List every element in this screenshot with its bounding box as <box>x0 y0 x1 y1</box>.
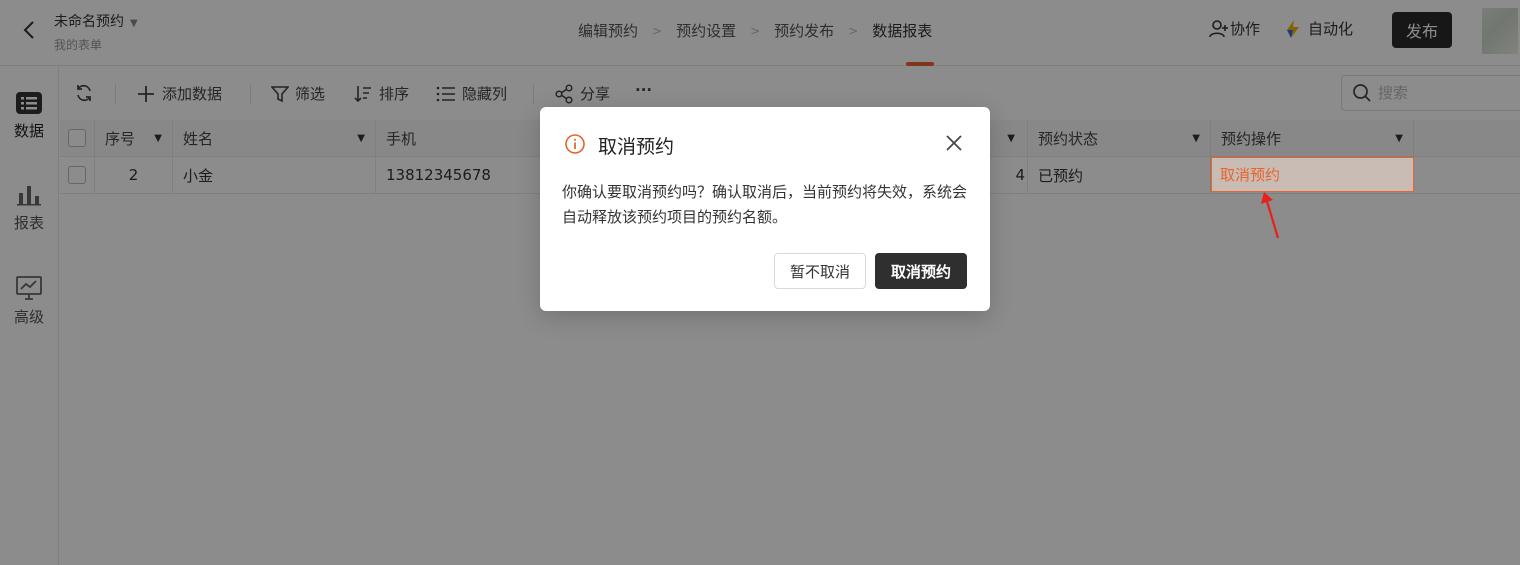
dialog-message: 你确认要取消预约吗？确认取消后，当前预约将失效，系统会自动释放该预约项目的预约名… <box>562 183 968 226</box>
cancel-booking-link[interactable]: 取消预约 <box>1211 157 1414 192</box>
info-icon <box>565 134 585 154</box>
keep-booking-button[interactable]: 暂不取消 <box>774 253 866 289</box>
red-arrow-annotation <box>1261 192 1280 239</box>
dialog-title: 取消预约 <box>598 136 675 158</box>
confirm-cancel-button[interactable]: 取消预约 <box>875 253 967 289</box>
close-icon[interactable] <box>942 131 966 155</box>
cancel-booking-dialog: 取消预约 你确认要取消预约吗？确认取消后，当前预约将失效，系统会自动释放该预约项… <box>540 107 990 311</box>
